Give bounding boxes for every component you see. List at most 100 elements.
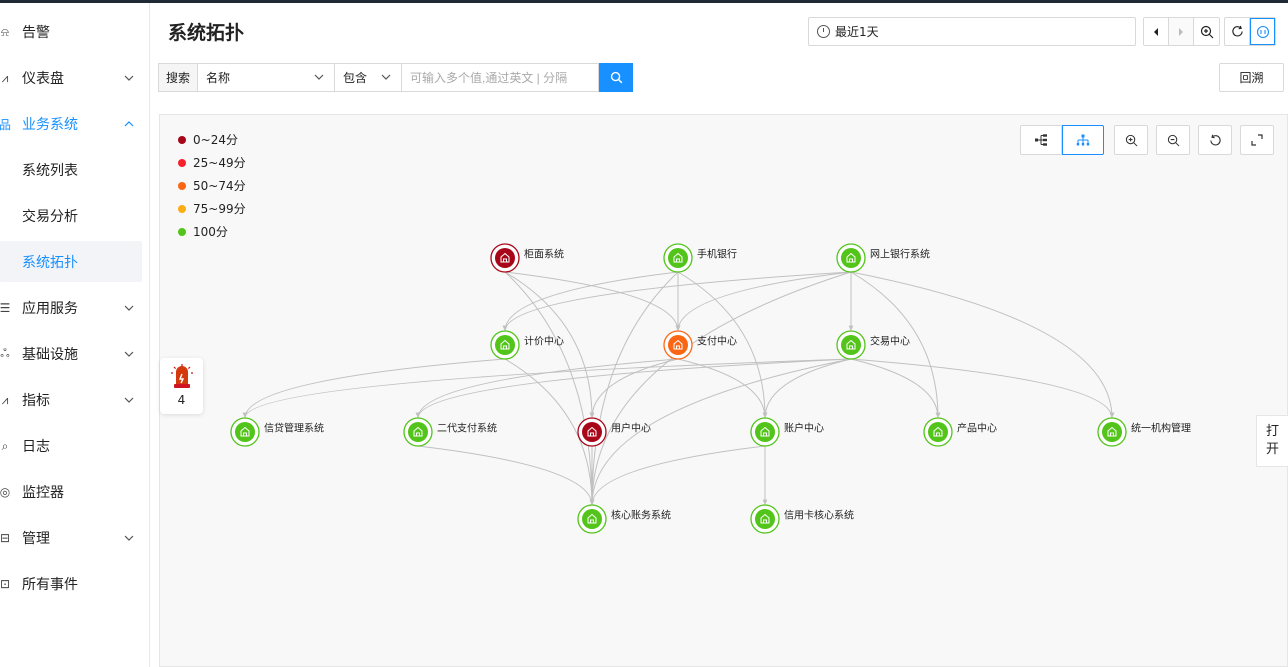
clock-icon <box>817 25 830 38</box>
refresh-group <box>1224 17 1276 46</box>
legend-item: 75~99分 <box>178 197 246 220</box>
chevron-down-icon <box>122 71 136 85</box>
zoom-in-tool <box>1114 125 1148 155</box>
sidebar-item-system-topology[interactable]: 系统拓扑 <box>0 241 142 282</box>
sidebar-item-log[interactable]: ⌕ 日志 <box>0 426 150 466</box>
sidebar-item-label: 告警 <box>22 25 50 41</box>
chevron-down-icon <box>122 301 136 315</box>
legend-item: 50~74分 <box>178 174 246 197</box>
monitor-icon: ◎ <box>0 485 11 499</box>
time-range-picker[interactable]: 最近1天 <box>808 17 1136 46</box>
legend-label: 25~49分 <box>193 156 246 170</box>
page-title: 系统拓扑 <box>168 22 245 44</box>
node-label: 产品中心 <box>957 422 997 435</box>
sidebar-item-dashboard[interactable]: ⩘ 仪表盘 <box>0 58 150 98</box>
search-operator-value: 包含 <box>343 71 368 85</box>
sidebar-item-manage[interactable]: ⊟ 管理 <box>0 518 150 558</box>
auto-refresh-button[interactable] <box>1250 18 1275 45</box>
sidebar-item-label: 监控器 <box>22 485 64 501</box>
node-label: 账户中心 <box>784 422 824 435</box>
node-label: 手机银行 <box>697 248 737 261</box>
sidebar-item-label: 系统列表 <box>22 163 78 179</box>
sidebar-item-business-system[interactable]: 品 业务系统 <box>0 104 150 144</box>
sidebar-item-label: 所有事件 <box>22 577 78 593</box>
auto-refresh-icon <box>1256 25 1269 38</box>
legend-dot <box>178 181 186 190</box>
sidebar-item-monitor[interactable]: ◎ 监控器 <box>0 472 150 512</box>
open-panel-tab[interactable]: 打 开 <box>1256 415 1288 467</box>
legend-dot <box>178 204 186 213</box>
graph-zoom-out-button[interactable] <box>1156 125 1190 155</box>
sidebar-item-label: 业务系统 <box>22 117 78 133</box>
chevron-down-icon <box>122 393 136 407</box>
fullscreen-button[interactable] <box>1240 125 1274 155</box>
alarm-count: 4 <box>177 393 186 407</box>
search-field-select[interactable]: 名称 <box>198 63 335 92</box>
caret-left-icon <box>1154 27 1158 36</box>
horizontal-layout-button[interactable] <box>1020 125 1062 155</box>
score-legend: 0~24分 25~49分 50~74分 75~99分 100分 <box>178 128 246 243</box>
sidebar-item-system-list[interactable]: 系统列表 <box>0 150 150 190</box>
log-icon: ⌕ <box>1 438 9 453</box>
legend-dot <box>178 135 186 144</box>
node-label: 计价中心 <box>524 335 564 348</box>
legend-label: 50~74分 <box>193 179 246 193</box>
layout-toggle-group <box>1020 125 1104 155</box>
sidebar-item-label: 仪表盘 <box>22 71 64 87</box>
backtrack-button[interactable]: 回溯 <box>1219 63 1284 92</box>
search-field-value: 名称 <box>206 71 231 85</box>
node-label: 信贷管理系统 <box>264 422 324 435</box>
legend-item: 100分 <box>178 220 246 243</box>
horizontal-tree-icon <box>1035 134 1047 146</box>
refresh-button[interactable] <box>1225 18 1250 45</box>
chevron-down-icon <box>122 347 136 361</box>
top-bar <box>0 0 1288 3</box>
vertical-tree-icon <box>1076 134 1090 146</box>
sidebar-item-label: 交易分析 <box>22 209 78 225</box>
zoom-time-button[interactable] <box>1194 18 1219 45</box>
sidebar-item-label: 应用服务 <box>22 301 78 317</box>
sidebar-item-infrastructure[interactable]: ஃ 基础设施 <box>0 334 150 374</box>
node-label: 支付中心 <box>697 335 737 348</box>
app-service-icon: ☰ <box>0 301 11 315</box>
time-nav-group <box>1143 17 1220 46</box>
sidebar-item-all-events[interactable]: ⊡ 所有事件 <box>0 564 150 604</box>
events-icon: ⊡ <box>0 577 11 591</box>
search-bar: 搜索 名称 包含 <box>158 63 633 92</box>
node-label: 网上银行系统 <box>870 248 930 261</box>
zoom-in-icon <box>1125 134 1137 146</box>
search-button[interactable] <box>599 63 633 92</box>
search-operator-select[interactable]: 包含 <box>335 63 402 92</box>
dashboard-chart-icon: ⩘ <box>1 70 9 85</box>
chevron-up-icon <box>122 117 136 131</box>
sidebar-item-label: 管理 <box>22 531 50 547</box>
legend-item: 25~49分 <box>178 151 246 174</box>
sidebar-item-app-service[interactable]: ☰ 应用服务 <box>0 288 150 328</box>
sidebar-item-transaction-analysis[interactable]: 交易分析 <box>0 196 150 236</box>
manage-icon: ⊟ <box>0 531 11 545</box>
alarm-badge[interactable]: 4 <box>160 358 203 414</box>
search-icon <box>610 71 622 84</box>
sidebar-item-metrics[interactable]: ⩘ 指标 <box>0 380 150 420</box>
node-label: 交易中心 <box>870 335 910 348</box>
sidebar-item-label: 日志 <box>22 439 50 455</box>
graph-reset-button[interactable] <box>1198 125 1232 155</box>
legend-label: 0~24分 <box>193 133 238 147</box>
open-tab-char: 开 <box>1265 442 1279 457</box>
legend-item: 0~24分 <box>178 128 246 151</box>
business-system-icon: 品 <box>0 117 11 132</box>
prev-period-button[interactable] <box>1144 18 1169 45</box>
node-label: 信用卡核心系统 <box>784 509 854 522</box>
sidebar-item-label: 系统拓扑 <box>22 254 78 271</box>
search-input[interactable] <box>402 63 599 92</box>
sidebar-item-alarm[interactable]: ⍾ 告警 <box>0 12 150 52</box>
sidebar: ⍾ 告警 ⩘ 仪表盘 品 业务系统 系统列表 交易分析 系统拓扑 ☰ 应用服务 … <box>0 3 150 667</box>
zoom-out-tool <box>1156 125 1190 155</box>
reset-tool <box>1198 125 1232 155</box>
topology-canvas[interactable] <box>159 114 1288 667</box>
node-label: 二代支付系统 <box>437 422 497 435</box>
graph-zoom-in-button[interactable] <box>1114 125 1148 155</box>
vertical-layout-button[interactable] <box>1062 125 1104 155</box>
refresh-icon <box>1231 25 1243 37</box>
next-period-button[interactable] <box>1169 18 1194 45</box>
